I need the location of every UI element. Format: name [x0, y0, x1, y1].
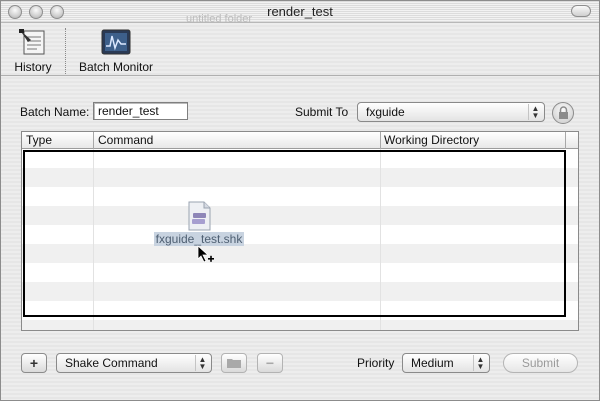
window-title: render_test — [267, 4, 333, 19]
submit-to-value: fxguide — [366, 105, 405, 119]
column-working-directory-header[interactable]: Working Directory — [380, 133, 479, 147]
toolbar-separator — [65, 28, 66, 74]
batch-monitor-button[interactable]: Batch Monitor — [76, 28, 156, 74]
drop-target-highlight — [23, 150, 566, 317]
popup-arrows-icon: ▲ ▼ — [195, 355, 209, 371]
table-header: Type Command Working Directory — [22, 132, 578, 149]
popup-arrows-icon: ▲ ▼ — [528, 104, 542, 120]
column-command-header[interactable]: Command — [94, 133, 153, 147]
column-type-header[interactable]: Type — [22, 133, 52, 147]
submit-to-popup[interactable]: fxguide ▲ ▼ — [357, 102, 545, 122]
batch-name-field[interactable]: render_test — [93, 102, 188, 120]
shake-script-file-icon — [188, 201, 211, 231]
submit-to-label: Submit To — [295, 105, 349, 119]
title-bar[interactable]: untitled folder render_test — [1, 1, 599, 25]
batch-monitor-label: Batch Monitor — [78, 60, 154, 74]
submit-button[interactable]: Submit — [503, 353, 578, 373]
command-type-popup[interactable]: Shake Command ▲ ▼ — [56, 353, 212, 373]
copy-cursor-icon — [197, 245, 214, 263]
waveform-monitor-icon — [101, 29, 131, 55]
history-document-icon — [19, 29, 45, 55]
batch-name-label: Batch Name: — [20, 105, 90, 119]
commands-table[interactable]: Type Command Working Directory — [21, 131, 579, 331]
main-window: untitled folder render_test History Batc… — [0, 0, 600, 401]
history-label: History — [14, 60, 52, 74]
folder-button[interactable] — [221, 353, 247, 373]
priority-value: Medium — [411, 356, 454, 370]
add-command-button[interactable]: + — [21, 353, 47, 373]
dragged-file[interactable]: fxguide_test.shk — [147, 201, 251, 246]
toolbar: History Batch Monitor — [1, 24, 599, 76]
remove-command-button[interactable]: − — [257, 353, 283, 373]
popup-arrows-icon: ▲ ▼ — [473, 355, 487, 371]
priority-popup[interactable]: Medium ▲ ▼ — [402, 353, 490, 373]
command-type-value: Shake Command — [65, 356, 158, 370]
lock-icon — [559, 106, 568, 119]
column-divider — [565, 132, 566, 149]
dragged-file-name: fxguide_test.shk — [153, 232, 245, 246]
toolbar-toggle-button[interactable] — [571, 5, 591, 17]
table-row[interactable] — [22, 320, 578, 330]
priority-label: Priority — [357, 356, 395, 370]
lock-button[interactable] — [552, 102, 574, 124]
folder-icon — [227, 359, 241, 368]
history-button[interactable]: History — [11, 28, 55, 74]
